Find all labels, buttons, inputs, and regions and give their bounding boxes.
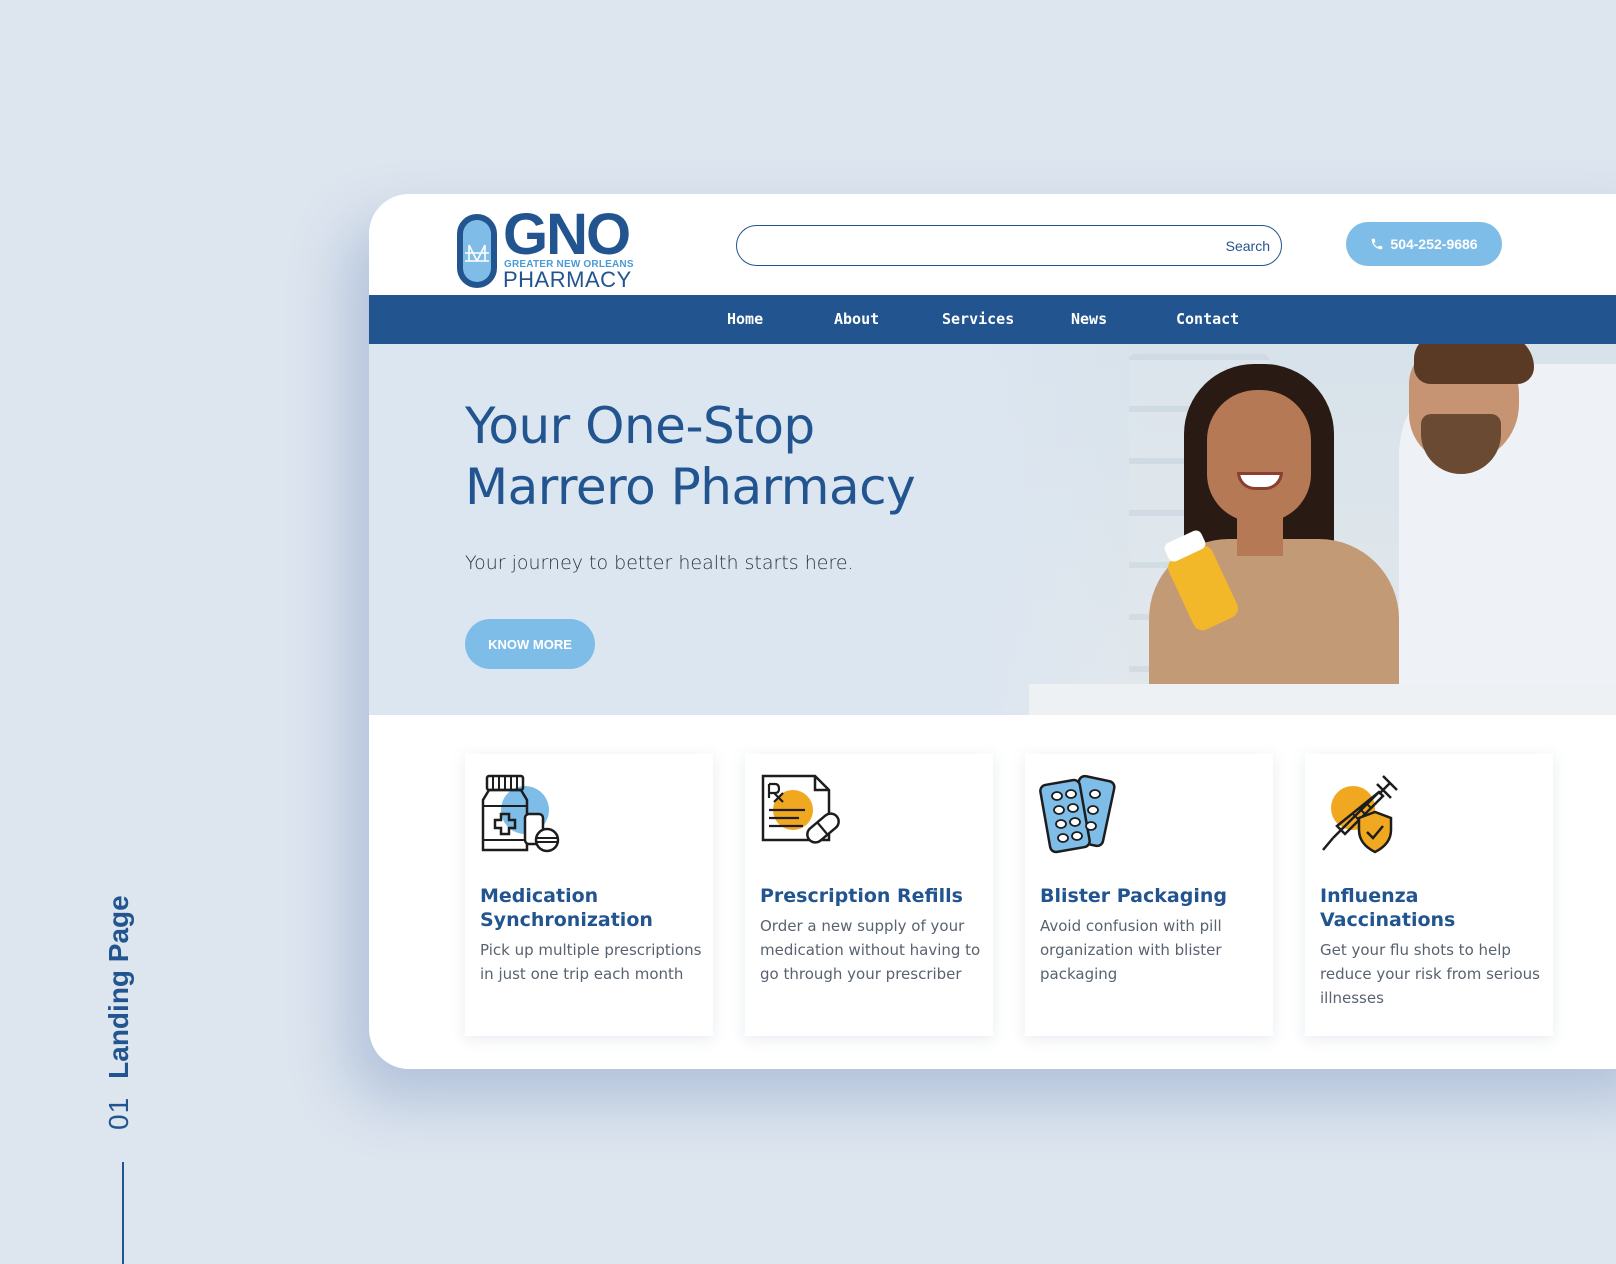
side-caption: 01 Landing Page [103,895,135,1130]
nav-item-contact[interactable]: Contact [1176,310,1239,328]
nav-item-news[interactable]: News [1071,310,1107,328]
bridge-pill-icon [457,214,497,288]
prescription-icon [761,774,840,844]
services-cards: Medication Synchronization Pick up multi… [465,754,1565,1036]
phone-icon [1372,238,1383,250]
card-description: Pick up multiple prescriptions in just o… [480,941,702,983]
card-title: Prescription Refills [760,885,963,907]
site-logo[interactable]: GNO GREATER NEW ORLEANS PHARMACY [457,202,657,292]
hero-subtitle: Your journey to better health starts her… [465,552,854,574]
hero-title-line-2: Marrero Pharmacy [465,458,916,516]
logo-pharmacy: PHARMACY [503,267,632,292]
main-navigation: Home About Services News Contact [369,295,1616,344]
customer-face [1207,390,1311,522]
search-input[interactable] [753,232,1193,260]
phone-number: 504-252-9686 [1390,236,1478,252]
hero-section: Your One-Stop Marrero Pharmacy Your jour… [369,344,1616,715]
site-header: GNO GREATER NEW ORLEANS PHARMACY Search … [369,194,1616,295]
card-title: Blister Packaging [1040,885,1227,907]
syringe-shield-icon [1322,775,1398,854]
card-title: Medication Synchronization [480,885,653,931]
logo-wordmark: GNO [503,202,631,267]
service-card-influenza-vaccinations[interactable]: Influenza Vaccinations Get your flu shot… [1305,754,1553,1036]
hero-title-line-1: Your One-Stop [465,397,815,455]
pharmacy-counter [1029,684,1616,715]
phone-button[interactable]: 504-252-9686 [1346,222,1502,266]
know-more-button[interactable]: KNOW MORE [465,619,595,669]
card-description: Order a new supply of your medication wi… [760,917,981,983]
customer-neck [1237,516,1283,556]
pharmacist-hair [1414,344,1534,384]
nav-item-home[interactable]: Home [727,310,763,328]
blister-pack-icon [1039,774,1116,854]
service-card-medication-sync[interactable]: Medication Synchronization Pick up multi… [465,754,713,1036]
card-description: Get your flu shots to help reduce your r… [1320,941,1540,1007]
search-button[interactable]: Search [1226,238,1270,254]
medicine-bottle-icon [481,774,560,853]
search-bar: Search [736,225,1282,266]
side-divider-line [122,1162,124,1264]
hero-title: Your One-Stop Marrero Pharmacy [465,396,916,518]
nav-item-about[interactable]: About [834,310,879,328]
caption-number: 01 [103,1096,134,1130]
card-title: Influenza Vaccinations [1320,885,1456,931]
card-description: Avoid confusion with pill organization w… [1040,917,1222,983]
nav-item-services[interactable]: Services [942,310,1014,328]
service-card-prescription-refills[interactable]: Prescription Refills Order a new supply … [745,754,993,1036]
caption-label: Landing Page [103,895,134,1079]
landing-page-mockup: GNO GREATER NEW ORLEANS PHARMACY Search … [369,194,1616,1069]
service-card-blister-packaging[interactable]: Blister Packaging Avoid confusion with p… [1025,754,1273,1036]
